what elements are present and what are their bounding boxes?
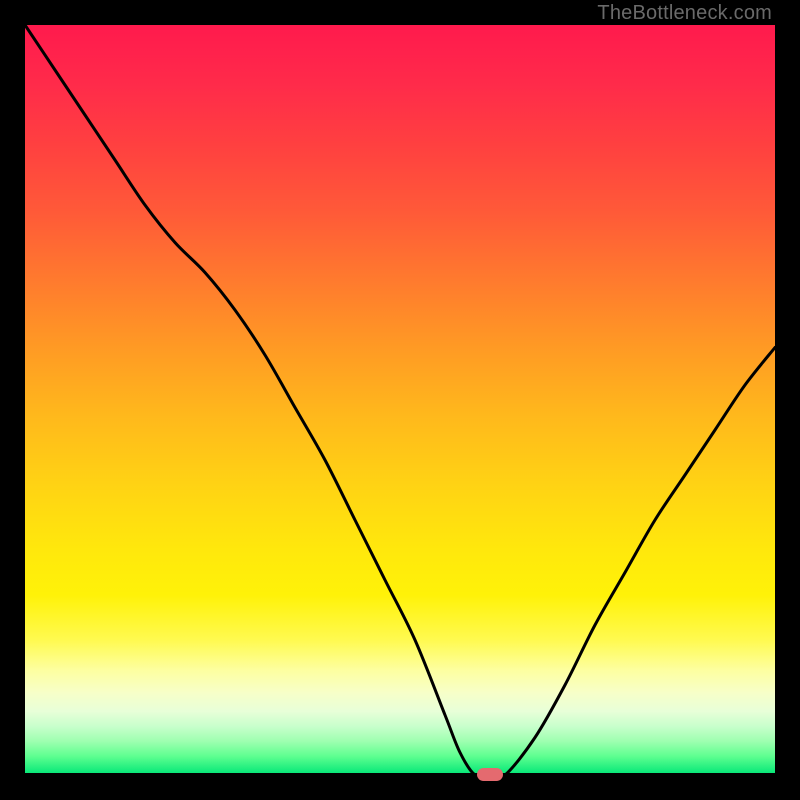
chart-frame: TheBottleneck.com [0, 0, 800, 800]
curve-path [25, 25, 775, 778]
watermark-text: TheBottleneck.com [597, 2, 772, 25]
bottleneck-curve [25, 25, 775, 775]
x-axis-line [25, 773, 775, 775]
optimal-point-marker [477, 768, 503, 781]
